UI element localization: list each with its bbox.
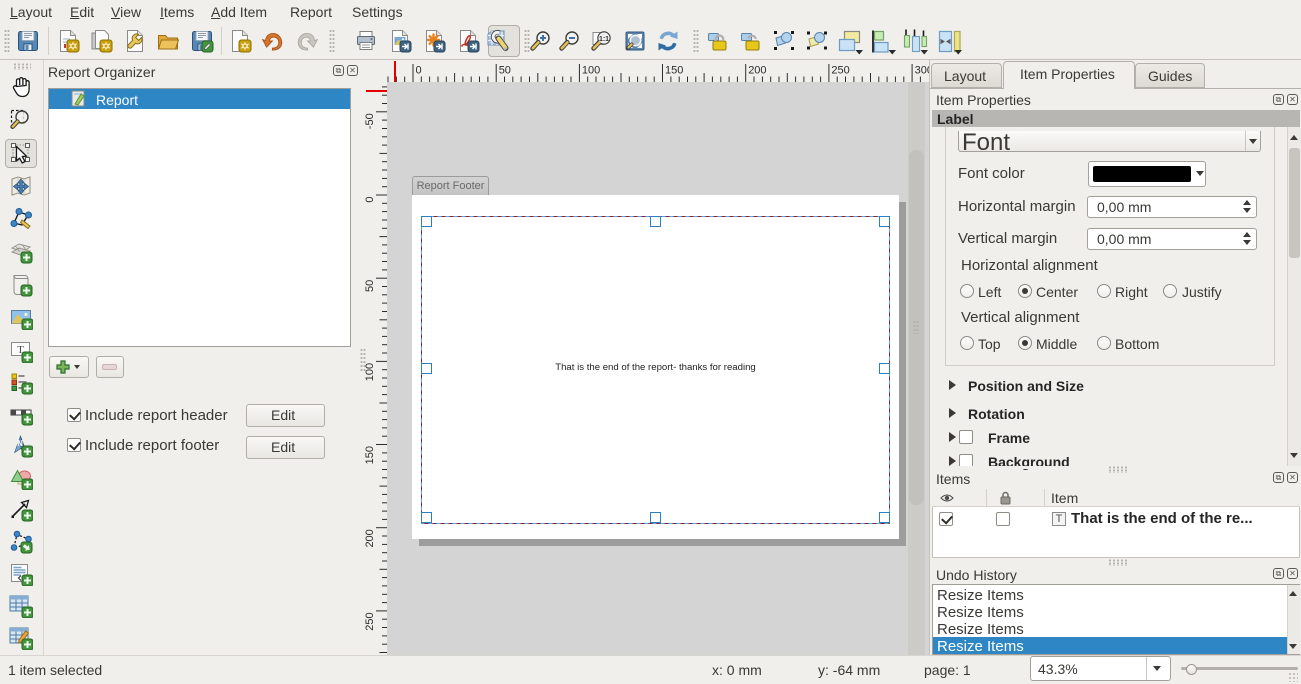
svg-text:100: 100	[582, 65, 600, 77]
svg-text:0: 0	[364, 197, 376, 203]
svg-text:150: 150	[665, 65, 683, 77]
svg-text:250: 250	[831, 65, 849, 77]
svg-text:200: 200	[748, 65, 766, 77]
svg-text:250: 250	[364, 612, 376, 630]
svg-text:50: 50	[364, 280, 376, 292]
svg-text:0: 0	[416, 65, 422, 77]
svg-text:50: 50	[499, 65, 511, 77]
svg-text:150: 150	[364, 446, 376, 464]
svg-text:100: 100	[364, 363, 376, 381]
svg-text:300: 300	[915, 65, 930, 77]
svg-text:-50: -50	[364, 113, 376, 129]
svg-text:200: 200	[364, 529, 376, 547]
svg-text:1:1: 1:1	[599, 36, 609, 43]
